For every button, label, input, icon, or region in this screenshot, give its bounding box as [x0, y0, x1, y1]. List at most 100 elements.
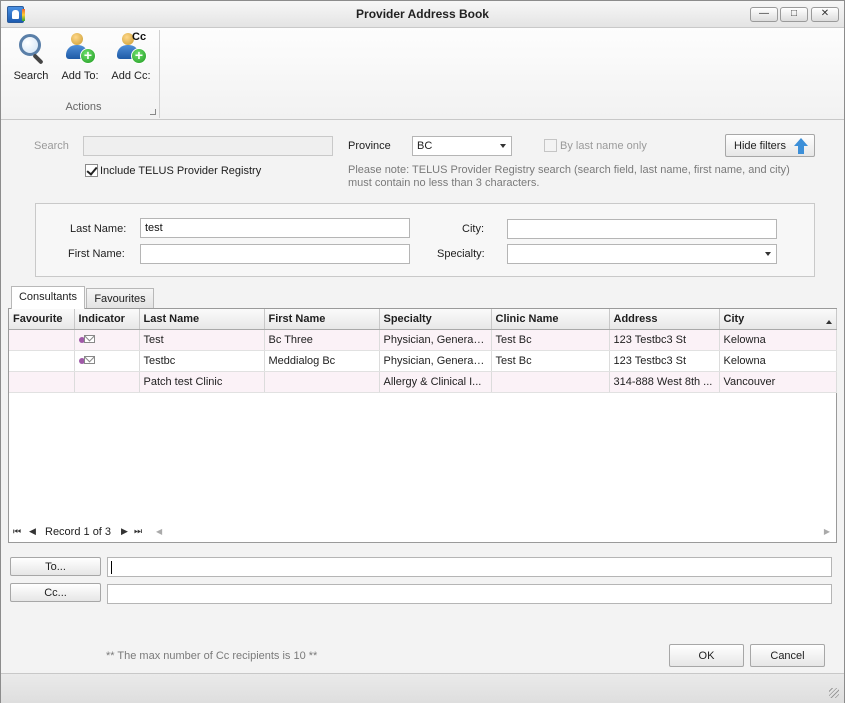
- minimize-button[interactable]: —: [750, 7, 778, 22]
- search-button[interactable]: Search: [9, 32, 53, 82]
- search-icon: [14, 32, 48, 66]
- grid-navigator: ⏮ ◀ Record 1 of 3 ▶ ⏭ ◀ ▶: [9, 522, 836, 542]
- column-header-first-name[interactable]: First Name: [264, 309, 380, 330]
- column-header-city[interactable]: City: [719, 309, 837, 330]
- cell-favourite[interactable]: [9, 371, 75, 393]
- last-record-icon[interactable]: ⏭: [134, 527, 142, 536]
- cell-indicator: [74, 350, 140, 372]
- add-to-button[interactable]: + Add To:: [57, 32, 103, 82]
- cancel-button[interactable]: Cancel: [750, 644, 825, 667]
- add-person-icon: +: [63, 32, 97, 66]
- cell-clinic-name[interactable]: Test Bc: [491, 329, 610, 351]
- cc-badge: Cc: [132, 31, 147, 43]
- column-header-indicator[interactable]: Indicator: [74, 309, 140, 330]
- cell-clinic-name[interactable]: [491, 371, 610, 393]
- scroll-left-icon[interactable]: ◀: [156, 527, 162, 536]
- maximize-button[interactable]: □: [780, 7, 808, 22]
- cell-first-name[interactable]: [264, 371, 380, 393]
- cell-last-name[interactable]: Testbc: [139, 350, 265, 372]
- next-record-icon[interactable]: ▶: [121, 527, 128, 536]
- last-name-label: Last Name:: [70, 223, 127, 235]
- search-button-label: Search: [13, 70, 49, 82]
- cc-field[interactable]: [107, 584, 832, 604]
- close-button[interactable]: ✕: [811, 7, 839, 22]
- to-button[interactable]: To...: [10, 557, 101, 576]
- cell-specialty[interactable]: Physician, General ...: [379, 350, 492, 372]
- column-header-clinic-name[interactable]: Clinic Name: [491, 309, 610, 330]
- sort-ascending-icon: [825, 319, 832, 324]
- status-bar: [1, 673, 844, 703]
- cell-city[interactable]: Kelowna: [719, 329, 837, 351]
- text-caret: [111, 561, 112, 574]
- cell-address[interactable]: 123 Testbc3 St: [609, 350, 720, 372]
- cell-last-name[interactable]: Test: [139, 329, 265, 351]
- province-label: Province: [348, 140, 391, 152]
- by-last-name-checkbox[interactable]: [544, 139, 557, 152]
- column-header-specialty[interactable]: Specialty: [379, 309, 492, 330]
- cell-city[interactable]: Vancouver: [719, 371, 837, 393]
- column-header-address[interactable]: Address: [609, 309, 720, 330]
- specialty-label: Specialty:: [437, 248, 485, 260]
- add-cc-button[interactable]: + Cc Add Cc:: [108, 31, 154, 82]
- search-input[interactable]: [83, 136, 333, 156]
- cell-address[interactable]: 123 Testbc3 St: [609, 329, 720, 351]
- window-title: Provider Address Book: [356, 7, 489, 21]
- column-header-favourite[interactable]: Favourite: [9, 309, 75, 330]
- hide-filters-label: Hide filters: [734, 140, 786, 152]
- cell-first-name[interactable]: Meddialog Bc: [264, 350, 380, 372]
- add-cc-person-icon: + Cc: [114, 31, 148, 66]
- cell-favourite[interactable]: [9, 350, 75, 372]
- consultants-table: Favourite Indicator Last Name First Name…: [9, 309, 837, 393]
- include-registry-checkbox[interactable]: [85, 164, 98, 177]
- add-cc-button-label: Add Cc:: [111, 70, 151, 82]
- provider-address-book-window: Provider Address Book — □ ✕ Search + Add…: [0, 0, 845, 703]
- add-to-button-label: Add To:: [61, 70, 99, 82]
- province-select[interactable]: BC: [412, 136, 512, 156]
- group-launcher-icon[interactable]: [150, 109, 156, 115]
- cell-city[interactable]: Kelowna: [719, 350, 837, 372]
- first-record-icon[interactable]: ⏮: [13, 527, 21, 536]
- cell-indicator: [74, 371, 140, 393]
- registry-note: Please note: TELUS Provider Registry sea…: [348, 164, 790, 189]
- include-registry-label: Include TELUS Provider Registry: [100, 165, 262, 177]
- table-row[interactable]: Test Bc Three Physician, General ... Tes…: [9, 329, 837, 351]
- actions-group: Search + Add To: + Cc Add Cc: Actions: [7, 30, 160, 118]
- title-bar[interactable]: Provider Address Book — □ ✕: [1, 1, 844, 28]
- cell-address[interactable]: 314-888 West 8th ...: [609, 371, 720, 393]
- last-name-input[interactable]: test: [140, 218, 410, 238]
- table-row[interactable]: Patch test Clinic Allergy & Clinical I..…: [9, 371, 837, 393]
- search-label: Search: [34, 140, 69, 152]
- first-name-input[interactable]: [140, 244, 410, 264]
- tab-consultants[interactable]: Consultants: [11, 286, 85, 309]
- table-row[interactable]: Testbc Meddialog Bc Physician, General .…: [9, 350, 837, 372]
- to-field[interactable]: [107, 557, 832, 577]
- cell-clinic-name[interactable]: Test Bc: [491, 350, 610, 372]
- envelope-icon: [78, 334, 95, 345]
- tab-favourites[interactable]: Favourites: [86, 288, 154, 308]
- column-header-last-name[interactable]: Last Name: [139, 309, 265, 330]
- first-name-label: First Name:: [68, 248, 125, 260]
- province-value: BC: [417, 140, 433, 152]
- cell-indicator: [74, 329, 140, 351]
- resize-grip-icon[interactable]: [829, 688, 839, 698]
- cell-first-name[interactable]: Bc Three: [264, 329, 380, 351]
- cell-specialty[interactable]: Physician, General ...: [379, 329, 492, 351]
- chevron-down-icon: [500, 144, 506, 148]
- by-last-name-label: By last name only: [560, 140, 647, 152]
- city-input[interactable]: [507, 219, 777, 239]
- name-filter-panel: [35, 203, 815, 277]
- cc-limit-note: ** The max number of Cc recipients is 10…: [106, 650, 318, 662]
- cell-specialty[interactable]: Allergy & Clinical I...: [379, 371, 492, 393]
- actions-group-label: Actions: [65, 101, 102, 113]
- ribbon: Search + Add To: + Cc Add Cc: Actions: [1, 28, 844, 120]
- cell-last-name[interactable]: Patch test Clinic: [139, 371, 265, 393]
- record-indicator: Record 1 of 3: [45, 526, 112, 538]
- previous-record-icon[interactable]: ◀: [29, 527, 36, 536]
- ok-button[interactable]: OK: [669, 644, 744, 667]
- cc-button[interactable]: Cc...: [10, 583, 101, 602]
- consultants-grid: Favourite Indicator Last Name First Name…: [8, 308, 837, 543]
- cell-favourite[interactable]: [9, 329, 75, 351]
- scroll-right-icon[interactable]: ▶: [824, 527, 830, 536]
- specialty-select[interactable]: [507, 244, 777, 264]
- hide-filters-button[interactable]: Hide filters: [725, 134, 815, 157]
